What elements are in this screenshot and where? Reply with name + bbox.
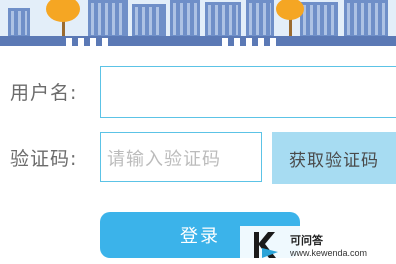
banner-road (0, 36, 396, 46)
banner-building (300, 2, 338, 38)
banner-building (132, 4, 166, 38)
banner-building (88, 0, 128, 38)
username-label: 用户名: (10, 82, 78, 104)
watermark-title: 可问答 (290, 234, 323, 247)
watermark-url: www.kewenda.com (290, 248, 368, 258)
crosswalk (66, 38, 114, 46)
banner-building (246, 0, 274, 38)
banner-building (8, 8, 30, 38)
code-placeholder: 请输入验证码 (107, 149, 221, 170)
banner-building (344, 0, 388, 38)
banner-building (205, 2, 241, 38)
code-input[interactable]: 请输入验证码 (100, 132, 262, 182)
watermark-logo-icon (248, 230, 284, 260)
watermark: 可问答 www.kewenda.com (240, 226, 396, 264)
banner-building (170, 0, 200, 38)
crosswalk (222, 38, 276, 46)
code-label: 验证码: (10, 148, 78, 170)
username-input[interactable] (100, 66, 396, 118)
header-banner (0, 0, 396, 46)
get-code-button[interactable]: 获取验证码 (272, 132, 396, 184)
